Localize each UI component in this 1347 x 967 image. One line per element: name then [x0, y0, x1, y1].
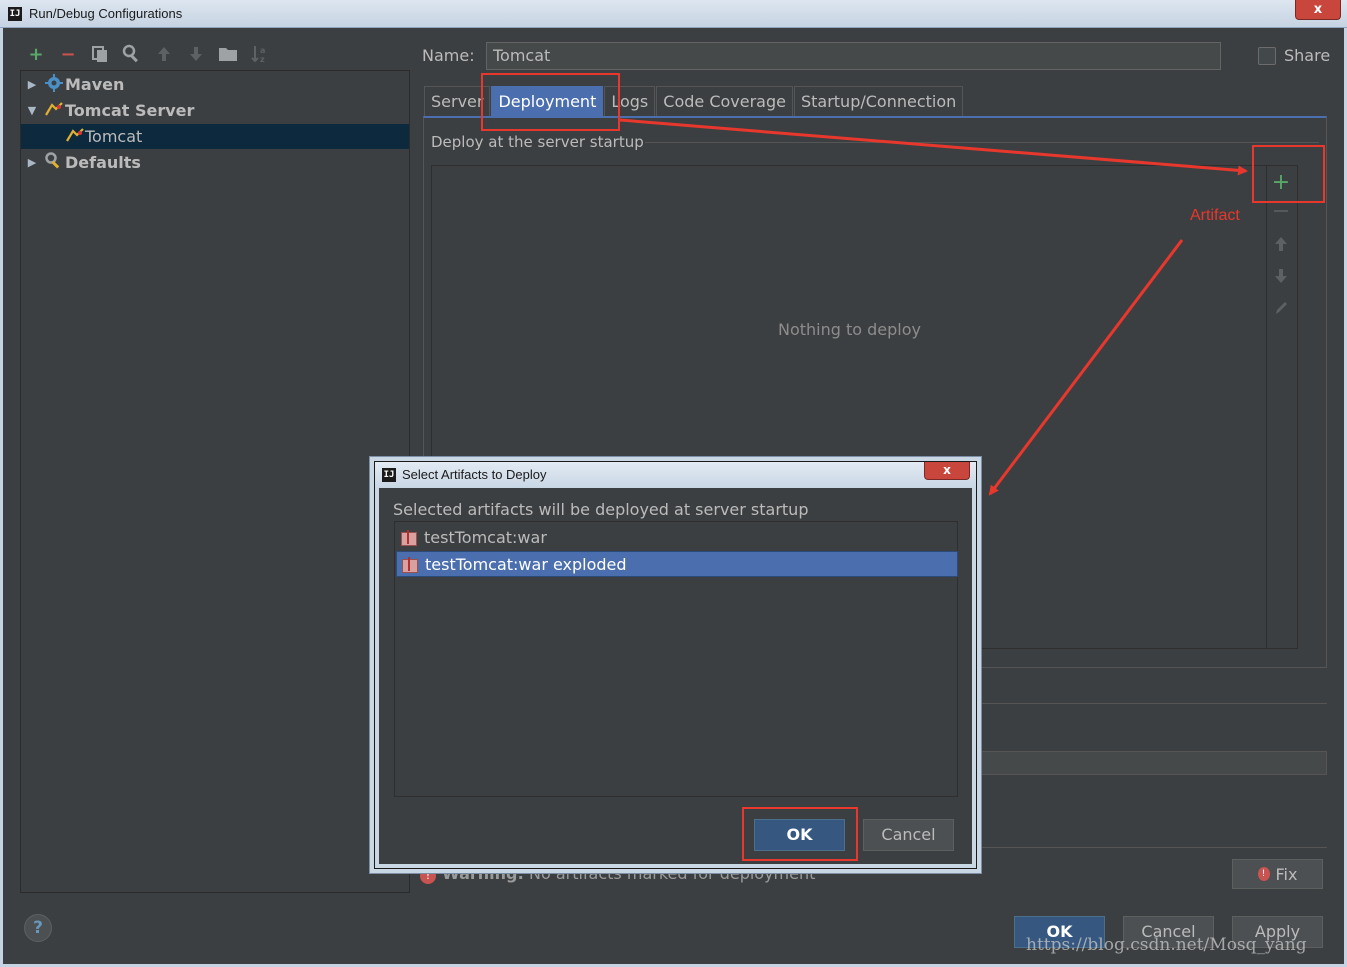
collapse-arrow-icon[interactable]: ▼ [21, 104, 43, 117]
move-up-icon[interactable] [1270, 235, 1292, 257]
tomcat-icon [43, 101, 65, 121]
dialog-title: Select Artifacts to Deploy [402, 467, 547, 482]
section-divider [645, 142, 1319, 143]
tomcat-icon [65, 127, 85, 147]
intellij-app-icon: IJ [8, 7, 22, 21]
name-field[interactable]: Tomcat [486, 42, 1221, 70]
tree-item-label: Defaults [65, 153, 141, 172]
tab-code-coverage[interactable]: Code Coverage [656, 86, 793, 116]
svg-text:a: a [260, 46, 265, 55]
warning-icon: ! [420, 868, 436, 884]
tree-item-tomcat-server[interactable]: ▼ Tomcat Server [21, 98, 409, 123]
expand-arrow-icon[interactable]: ▶ [21, 156, 43, 169]
tree-item-label: Tomcat Server [65, 101, 195, 120]
tab-server[interactable]: Server [424, 86, 491, 116]
obscured-divider [977, 847, 1327, 848]
obscured-divider [977, 703, 1327, 704]
copy-icon[interactable] [88, 42, 112, 66]
artifact-label: testTomcat:war exploded [425, 554, 627, 574]
obscured-field [977, 751, 1327, 775]
annotation-label: Artifact [1190, 207, 1240, 224]
dialog-titlebar: IJ Select Artifacts to Deploy x [375, 462, 976, 488]
dialog-ok-button[interactable]: OK [754, 819, 845, 851]
help-button[interactable]: ? [24, 914, 52, 942]
add-artifact-icon[interactable]: + [1270, 170, 1292, 195]
maven-gear-icon [43, 73, 65, 96]
sort-icon[interactable]: az [248, 42, 272, 66]
artifact-list[interactable]: testTomcat:war testTomcat:war exploded [394, 521, 958, 797]
tree-item-defaults[interactable]: ▶ Defaults [21, 150, 409, 175]
remove-icon[interactable]: − [56, 42, 80, 66]
artifact-icon [401, 556, 419, 573]
folder-icon[interactable] [216, 42, 240, 66]
fix-button[interactable]: ! Fix [1232, 859, 1323, 889]
tab-startup-connection[interactable]: Startup/Connection [793, 86, 964, 116]
bulb-icon: ! [1257, 867, 1270, 881]
select-artifacts-dialog: IJ Select Artifacts to Deploy x Selected… [374, 461, 977, 869]
artifact-icon [400, 529, 418, 546]
tree-item-label: Maven [65, 75, 125, 94]
tree-item-tomcat[interactable]: Tomcat [21, 124, 409, 149]
name-label: Name: [422, 46, 475, 65]
fix-label: Fix [1275, 864, 1298, 884]
config-toolbar: + − az [24, 40, 272, 68]
settings-icon[interactable] [120, 42, 144, 66]
tree-item-maven[interactable]: ▶ Maven [21, 72, 409, 97]
share-label[interactable]: Share [1284, 46, 1330, 65]
empty-state-text: Nothing to deploy [778, 320, 922, 339]
tab-logs[interactable]: Logs [604, 86, 656, 116]
window-title: Run/Debug Configurations [29, 6, 183, 21]
tree-item-label: Tomcat [85, 127, 143, 146]
move-up-icon[interactable] [152, 42, 176, 66]
dialog-close-button[interactable]: x [924, 462, 970, 480]
remove-icon[interactable] [1270, 203, 1292, 225]
artifact-label: testTomcat:war [424, 527, 547, 547]
tab-deployment[interactable]: Deployment [491, 86, 604, 116]
deploy-section-title: Deploy at the server startup [431, 133, 644, 151]
artifact-item-war-exploded[interactable]: testTomcat:war exploded [396, 551, 958, 577]
configurations-tree: ▶ Maven ▼ Tomcat Server Tomcat ▶ Default… [20, 70, 410, 893]
window-close-button[interactable]: x [1295, 0, 1341, 20]
share-checkbox[interactable] [1258, 47, 1276, 65]
watermark: https://blog.csdn.net/Mosq_yang [1026, 935, 1307, 955]
wrench-icon [43, 151, 65, 174]
artifact-item-war[interactable]: testTomcat:war [396, 524, 958, 550]
move-down-icon[interactable] [184, 42, 208, 66]
add-icon[interactable]: + [24, 42, 48, 66]
expand-arrow-icon[interactable]: ▶ [21, 78, 43, 91]
dialog-description: Selected artifacts will be deployed at s… [393, 500, 809, 519]
svg-text:z: z [260, 55, 265, 64]
edit-icon[interactable] [1270, 299, 1292, 321]
move-down-icon[interactable] [1270, 267, 1292, 289]
intellij-app-icon: IJ [382, 468, 396, 482]
tab-strip: Server Deployment Logs Code Coverage Sta… [424, 86, 964, 116]
dialog-cancel-button[interactable]: Cancel [863, 819, 954, 851]
window-titlebar: IJ Run/Debug Configurations x [0, 0, 1347, 28]
